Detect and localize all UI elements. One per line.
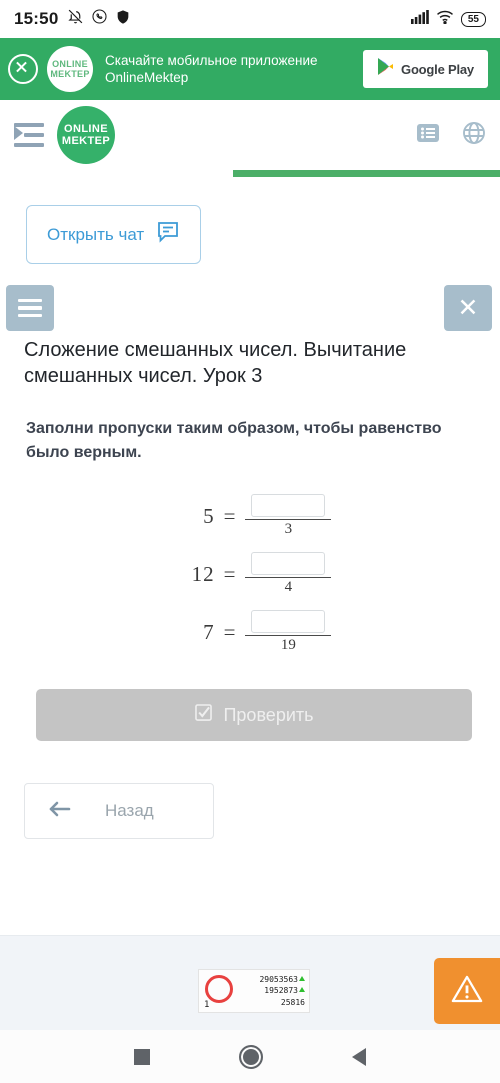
indent-menu-icon[interactable] — [14, 122, 44, 148]
site-header: ONLINE MEKTEP — [0, 100, 500, 170]
chat-bubble-icon — [156, 220, 180, 249]
app-download-banner: ONLINE MEKTEP Скачайте мобильное приложе… — [0, 38, 500, 100]
equation-left-value: 7 — [203, 619, 215, 644]
triangle-back-icon[interactable] — [351, 1047, 366, 1066]
counter-index: 1 — [204, 1000, 210, 1010]
numerator-input[interactable] — [251, 493, 326, 517]
status-bar: 15:50 55 — [0, 0, 500, 38]
back-button[interactable]: Назад — [24, 783, 214, 839]
counter-row2: 1952873 — [264, 986, 298, 996]
status-bar-clock: 15:50 — [14, 9, 59, 28]
globe-icon[interactable] — [462, 121, 486, 150]
denominator-value: 3 — [284, 521, 293, 538]
back-button-label: Назад — [105, 801, 154, 820]
status-bar-system-icons: 55 — [410, 9, 486, 29]
status-bar-notification-icons — [67, 8, 131, 30]
site-logo-line2: MEKTEP — [61, 135, 111, 147]
equation-left-value: 5 — [203, 503, 215, 528]
site-logo[interactable]: ONLINE MEKTEP — [57, 106, 115, 164]
banner-logo-line2: MEKTEP — [50, 69, 90, 79]
trend-up-icon — [299, 987, 305, 993]
whatsapp-icon — [91, 8, 108, 30]
equation-list: 5 = 3 12 = 4 7 = 19 — [0, 487, 500, 661]
denominator-value: 4 — [284, 579, 293, 596]
checkbox-icon — [194, 703, 213, 727]
mute-icon — [67, 8, 84, 30]
fraction: 4 — [245, 551, 332, 596]
phone-screen: 15:50 55 ONLINE MEKTEP Скачайте мобильно… — [0, 0, 500, 1083]
equals-sign: = — [223, 503, 236, 528]
task-instruction: Заполни пропуски таким образом, чтобы ра… — [26, 420, 442, 461]
list-icon[interactable] — [416, 121, 440, 150]
site-logo-line1: ONLINE — [64, 123, 108, 135]
fraction-bar — [245, 634, 332, 637]
numerator-input[interactable] — [251, 551, 326, 575]
check-button[interactable]: Проверить — [36, 689, 472, 741]
lesson-progress-bar — [0, 170, 500, 180]
shield-icon — [115, 9, 131, 30]
equals-sign: = — [223, 619, 236, 644]
counter-ring-icon — [205, 975, 233, 1003]
google-play-button[interactable]: Google Play — [363, 50, 488, 88]
google-play-label: Google Play — [401, 61, 474, 77]
android-nav-bar — [0, 1030, 500, 1083]
signal-bars-icon — [410, 9, 429, 29]
banner-logo: ONLINE MEKTEP — [47, 46, 93, 92]
banner-text: Скачайте мобильное приложение OnlineMekt… — [105, 53, 318, 85]
numerator-input[interactable] — [251, 609, 326, 633]
visitor-counter: 29053563 1952873 25816 1 — [198, 969, 310, 1013]
lesson-toolbar: ✕ — [0, 285, 500, 331]
banner-close-icon[interactable] — [8, 54, 38, 84]
lesson-progress-fill — [233, 170, 500, 177]
wifi-icon — [436, 10, 454, 29]
counter-values: 29053563 1952873 25816 — [237, 974, 305, 1009]
open-chat-label: Открыть чат — [47, 224, 145, 244]
warning-button[interactable] — [434, 958, 500, 1024]
google-play-icon — [377, 57, 394, 81]
square-recents-icon[interactable] — [134, 1048, 151, 1065]
equation-row: 5 = 3 — [169, 487, 332, 545]
fraction: 19 — [245, 609, 332, 654]
hamburger-icon[interactable] — [6, 285, 54, 331]
close-icon[interactable]: ✕ — [444, 285, 492, 331]
denominator-value: 19 — [280, 637, 296, 654]
battery-indicator: 55 — [460, 11, 486, 27]
equation-row: 12 = 4 — [169, 545, 332, 603]
equals-sign: = — [223, 561, 236, 586]
lesson-area: ✕ Сложение смешанных чисел. Вычитание см… — [0, 285, 500, 839]
chat-zone: Открыть чат — [0, 180, 500, 285]
warning-triangle-icon — [450, 972, 484, 1011]
fraction-bar — [245, 576, 332, 579]
arrow-left-icon — [47, 800, 71, 823]
lesson-title: Сложение смешанных чисел. Вычитание смеш… — [24, 339, 407, 387]
page-footer: 29053563 1952873 25816 1 — [0, 935, 500, 1031]
check-button-label: Проверить — [223, 704, 314, 725]
counter-row1: 29053563 — [259, 974, 298, 984]
equation-row: 7 = 19 — [169, 603, 332, 661]
trend-up-icon — [299, 975, 305, 981]
fraction: 3 — [245, 493, 332, 538]
equation-left-value: 12 — [191, 561, 215, 586]
banner-logo-line1: ONLINE — [52, 59, 88, 69]
fraction-bar — [245, 518, 332, 521]
counter-row3: 25816 — [280, 997, 305, 1007]
circle-home-icon[interactable] — [238, 1044, 263, 1069]
open-chat-button[interactable]: Открыть чат — [26, 205, 202, 264]
